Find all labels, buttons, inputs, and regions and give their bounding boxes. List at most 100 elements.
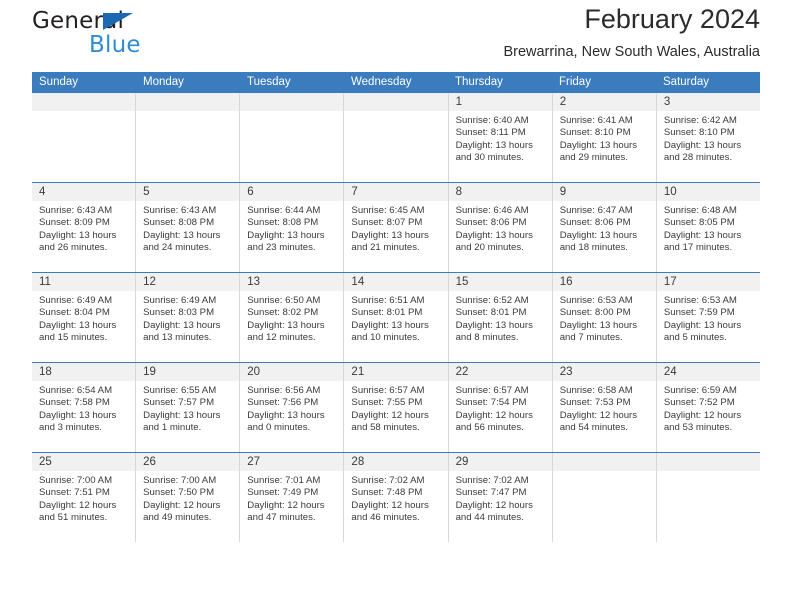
daylight-text: Daylight: 13 hours and 28 minutes. xyxy=(663,139,742,164)
day-cell[interactable]: 2 Sunrise: 6:41 AM Sunset: 8:10 PM Dayli… xyxy=(552,93,657,182)
day-cell[interactable]: 5 Sunrise: 6:43 AM Sunset: 8:08 PM Dayli… xyxy=(136,183,241,272)
day-info: Sunrise: 7:02 AM Sunset: 7:48 PM Dayligh… xyxy=(344,471,447,525)
day-cell[interactable]: 18 Sunrise: 6:54 AM Sunset: 7:58 PM Dayl… xyxy=(32,363,137,452)
sunrise-text: Sunrise: 6:43 AM xyxy=(39,205,113,216)
sunset-text: Sunset: 8:10 PM xyxy=(559,127,631,139)
sunrise-text: Sunrise: 7:01 AM xyxy=(247,475,321,486)
sunset-text: Sunset: 8:09 PM xyxy=(39,217,110,229)
day-info xyxy=(32,111,135,115)
daylight-text: Daylight: 13 hours and 8 minutes. xyxy=(455,319,533,344)
sunset-text: Sunset: 7:52 PM xyxy=(663,397,735,409)
day-cell[interactable]: 24 Sunrise: 6:59 AM Sunset: 7:52 PM Dayl… xyxy=(656,363,760,452)
day-cell[interactable]: 11 Sunrise: 6:49 AM Sunset: 8:04 PM Dayl… xyxy=(32,273,137,362)
day-cell[interactable]: 22 Sunrise: 6:57 AM Sunset: 7:54 PM Dayl… xyxy=(448,363,553,452)
day-info: Sunrise: 6:49 AM Sunset: 8:03 PM Dayligh… xyxy=(136,291,239,345)
day-cell[interactable]: 6 Sunrise: 6:44 AM Sunset: 8:08 PM Dayli… xyxy=(240,183,345,272)
day-number: 8 xyxy=(448,183,552,201)
day-cell[interactable]: 10 Sunrise: 6:48 AM Sunset: 8:05 PM Dayl… xyxy=(656,183,760,272)
day-cell[interactable]: 16 Sunrise: 6:53 AM Sunset: 8:00 PM Dayl… xyxy=(552,273,657,362)
day-cell[interactable]: 26 Sunrise: 7:00 AM Sunset: 7:50 PM Dayl… xyxy=(136,453,241,542)
sunrise-text: Sunrise: 6:54 AM xyxy=(39,385,113,396)
day-cell[interactable]: 25 Sunrise: 7:00 AM Sunset: 7:51 PM Dayl… xyxy=(32,453,137,542)
calendar-week-row: 4 Sunrise: 6:43 AM Sunset: 8:09 PM Dayli… xyxy=(32,182,760,272)
day-number: 14 xyxy=(344,273,448,291)
day-cell xyxy=(32,93,137,182)
day-number: 4 xyxy=(32,183,136,201)
daylight-text: Daylight: 13 hours and 10 minutes. xyxy=(351,319,429,344)
sunrise-text: Sunrise: 6:56 AM xyxy=(247,385,321,396)
calendar-grid: Sunday Monday Tuesday Wednesday Thursday… xyxy=(32,72,760,542)
sunrise-text: Sunrise: 6:57 AM xyxy=(351,385,425,396)
day-number: 29 xyxy=(448,453,552,471)
day-number xyxy=(344,93,448,111)
day-cell[interactable]: 1 Sunrise: 6:40 AM Sunset: 8:11 PM Dayli… xyxy=(448,93,553,182)
day-number: 25 xyxy=(32,453,136,471)
day-cell[interactable]: 29 Sunrise: 7:02 AM Sunset: 7:47 PM Dayl… xyxy=(448,453,553,542)
day-number xyxy=(552,453,656,471)
sunrise-text: Sunrise: 6:50 AM xyxy=(247,295,321,306)
sunset-text: Sunset: 7:47 PM xyxy=(455,487,527,499)
day-cell[interactable]: 7 Sunrise: 6:45 AM Sunset: 8:07 PM Dayli… xyxy=(344,183,449,272)
day-cell[interactable]: 14 Sunrise: 6:51 AM Sunset: 8:01 PM Dayl… xyxy=(344,273,449,362)
logo-triangle-icon xyxy=(103,13,133,30)
daylight-text: Daylight: 13 hours and 5 minutes. xyxy=(663,319,742,344)
calendar-week-row: 1 Sunrise: 6:40 AM Sunset: 8:11 PM Dayli… xyxy=(32,93,760,182)
sunset-text: Sunset: 8:08 PM xyxy=(247,217,319,229)
sunset-text: Sunset: 7:48 PM xyxy=(351,487,423,499)
day-info: Sunrise: 6:52 AM Sunset: 8:01 PM Dayligh… xyxy=(449,291,552,345)
day-number: 6 xyxy=(240,183,344,201)
day-info: Sunrise: 6:59 AM Sunset: 7:52 PM Dayligh… xyxy=(657,381,760,435)
sunrise-text: Sunrise: 6:49 AM xyxy=(39,295,113,306)
sunrise-text: Sunrise: 7:00 AM xyxy=(39,475,113,486)
daylight-text: Daylight: 13 hours and 15 minutes. xyxy=(39,319,117,344)
day-info: Sunrise: 6:48 AM Sunset: 8:05 PM Dayligh… xyxy=(657,201,760,255)
day-number: 19 xyxy=(136,363,240,381)
day-number: 10 xyxy=(656,183,760,201)
sunrise-text: Sunrise: 6:46 AM xyxy=(455,205,529,216)
weekday-sunday: Sunday xyxy=(39,76,79,88)
day-cell[interactable]: 4 Sunrise: 6:43 AM Sunset: 8:09 PM Dayli… xyxy=(32,183,137,272)
day-cell[interactable]: 28 Sunrise: 7:02 AM Sunset: 7:48 PM Dayl… xyxy=(344,453,449,542)
day-cell[interactable]: 8 Sunrise: 6:46 AM Sunset: 8:06 PM Dayli… xyxy=(448,183,553,272)
sunset-text: Sunset: 8:04 PM xyxy=(39,307,110,319)
day-number: 7 xyxy=(344,183,448,201)
day-number: 1 xyxy=(448,93,552,111)
day-info: Sunrise: 6:53 AM Sunset: 7:59 PM Dayligh… xyxy=(657,291,760,345)
daylight-text: Daylight: 13 hours and 24 minutes. xyxy=(143,229,221,254)
day-cell[interactable]: 20 Sunrise: 6:56 AM Sunset: 7:56 PM Dayl… xyxy=(240,363,345,452)
day-cell[interactable]: 12 Sunrise: 6:49 AM Sunset: 8:03 PM Dayl… xyxy=(136,273,241,362)
sunset-text: Sunset: 8:11 PM xyxy=(455,127,526,139)
sunrise-text: Sunrise: 6:40 AM xyxy=(455,115,529,126)
day-info: Sunrise: 6:46 AM Sunset: 8:06 PM Dayligh… xyxy=(449,201,552,255)
day-number: 28 xyxy=(344,453,448,471)
sunset-text: Sunset: 7:51 PM xyxy=(39,487,110,499)
day-cell[interactable]: 15 Sunrise: 6:52 AM Sunset: 8:01 PM Dayl… xyxy=(448,273,553,362)
day-cell[interactable]: 9 Sunrise: 6:47 AM Sunset: 8:06 PM Dayli… xyxy=(552,183,657,272)
day-cell[interactable]: 3 Sunrise: 6:42 AM Sunset: 8:10 PM Dayli… xyxy=(656,93,760,182)
day-info: Sunrise: 6:45 AM Sunset: 8:07 PM Dayligh… xyxy=(344,201,447,255)
day-info xyxy=(553,471,656,475)
sunset-text: Sunset: 7:58 PM xyxy=(39,397,110,409)
day-cell[interactable]: 23 Sunrise: 6:58 AM Sunset: 7:53 PM Dayl… xyxy=(552,363,657,452)
day-number: 5 xyxy=(136,183,240,201)
day-info: Sunrise: 6:41 AM Sunset: 8:10 PM Dayligh… xyxy=(553,111,656,165)
sunset-text: Sunset: 7:54 PM xyxy=(455,397,527,409)
page-subtitle: Brewarrina, New South Wales, Australia xyxy=(503,44,760,60)
sunset-text: Sunset: 7:59 PM xyxy=(663,307,735,319)
day-info: Sunrise: 6:57 AM Sunset: 7:55 PM Dayligh… xyxy=(344,381,447,435)
day-cell xyxy=(552,453,657,542)
sunset-text: Sunset: 8:06 PM xyxy=(455,217,527,229)
general-blue-logo[interactable]: General Blue xyxy=(32,8,242,60)
daylight-text: Daylight: 13 hours and 7 minutes. xyxy=(559,319,638,344)
day-info: Sunrise: 6:51 AM Sunset: 8:01 PM Dayligh… xyxy=(344,291,447,345)
day-cell[interactable]: 13 Sunrise: 6:50 AM Sunset: 8:02 PM Dayl… xyxy=(240,273,345,362)
day-cell[interactable]: 19 Sunrise: 6:55 AM Sunset: 7:57 PM Dayl… xyxy=(136,363,241,452)
daylight-text: Daylight: 13 hours and 26 minutes. xyxy=(39,229,117,254)
sunrise-text: Sunrise: 6:48 AM xyxy=(663,205,737,216)
calendar-week-row: 25 Sunrise: 7:00 AM Sunset: 7:51 PM Dayl… xyxy=(32,452,760,542)
day-cell[interactable]: 17 Sunrise: 6:53 AM Sunset: 7:59 PM Dayl… xyxy=(656,273,760,362)
day-info: Sunrise: 7:00 AM Sunset: 7:51 PM Dayligh… xyxy=(32,471,135,525)
day-cell[interactable]: 27 Sunrise: 7:01 AM Sunset: 7:49 PM Dayl… xyxy=(240,453,345,542)
day-cell[interactable]: 21 Sunrise: 6:57 AM Sunset: 7:55 PM Dayl… xyxy=(344,363,449,452)
day-info: Sunrise: 6:55 AM Sunset: 7:57 PM Dayligh… xyxy=(136,381,239,435)
